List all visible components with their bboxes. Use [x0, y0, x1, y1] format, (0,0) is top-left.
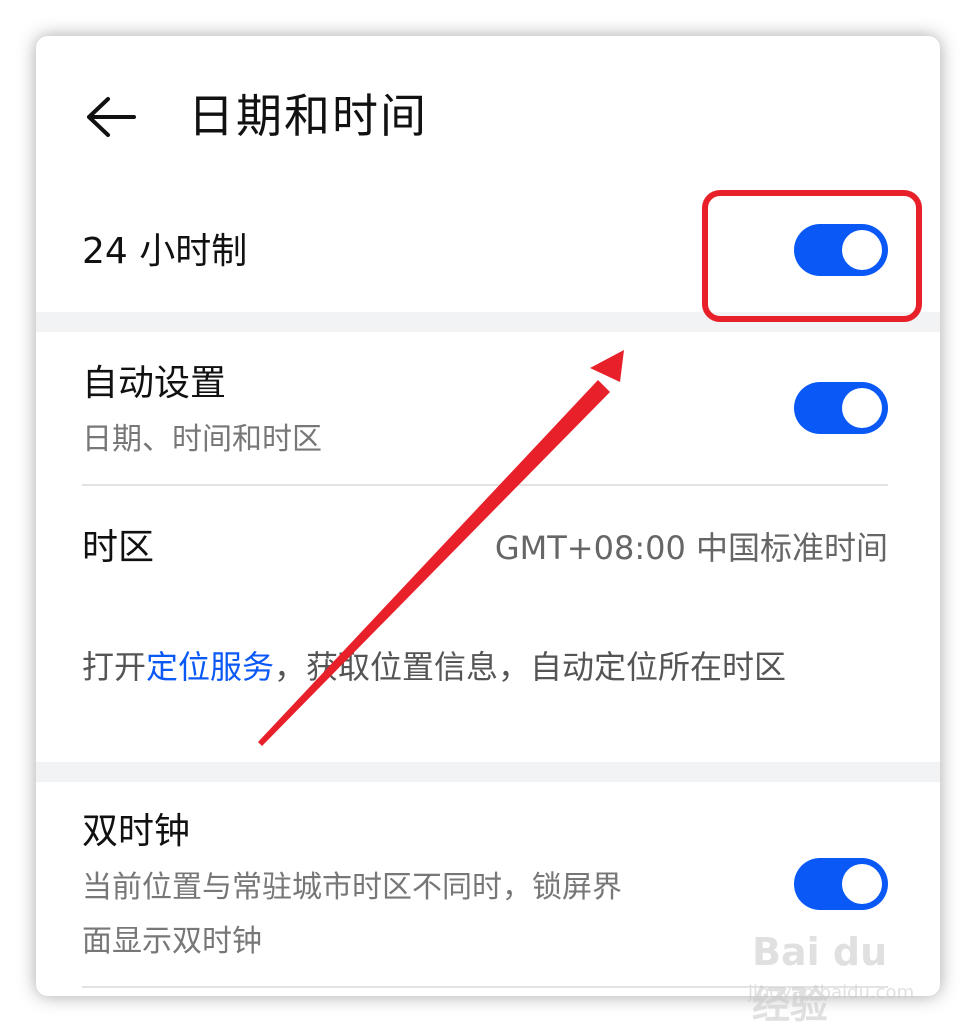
toggle-knob [842, 864, 882, 904]
toggle-knob [842, 388, 882, 428]
header: 日期和时间 [36, 36, 940, 206]
dual-clock-sublabel-2: 面显示双时钟 [82, 924, 262, 959]
hour24-label: 24 小时制 [82, 231, 248, 272]
dual-clock-label: 双时钟 [82, 811, 191, 852]
location-note: 打开定位服务，获取位置信息，自动定位所在时区 [82, 640, 862, 694]
highlight-box [702, 190, 922, 322]
auto-set-toggle[interactable] [794, 382, 888, 434]
dual-clock-sublabel-1: 当前位置与常驻城市时区不同时，锁屏界 [82, 870, 622, 905]
auto-set-sublabel: 日期、时间和时区 [82, 422, 322, 457]
auto-set-label: 自动设置 [82, 363, 227, 404]
dual-clock-toggle[interactable] [794, 858, 888, 910]
location-service-link[interactable]: 定位服务 [146, 648, 274, 686]
page-title: 日期和时间 [188, 89, 428, 143]
arrow-left-icon[interactable] [84, 96, 136, 138]
note-prefix: 打开 [82, 648, 147, 686]
baidu-watermark: Bai du 经验 jingyan.baidu.com [748, 930, 928, 1027]
timezone-value[interactable]: GMT+08:00 中国标准时间 [495, 524, 888, 572]
section-gap [36, 762, 940, 782]
note-suffix: ，获取位置信息，自动定位所在时区 [274, 648, 787, 686]
settings-card: 日期和时间 24 小时制 自动设置 日期、时间和时区 时区 GMT+08:00 … [36, 36, 940, 996]
watermark-url: jingyan.baidu.com [748, 982, 915, 1003]
watermark-logo: Bai du 经验 [752, 930, 888, 1027]
divider [82, 484, 888, 486]
timezone-label[interactable]: 时区 [82, 524, 154, 572]
